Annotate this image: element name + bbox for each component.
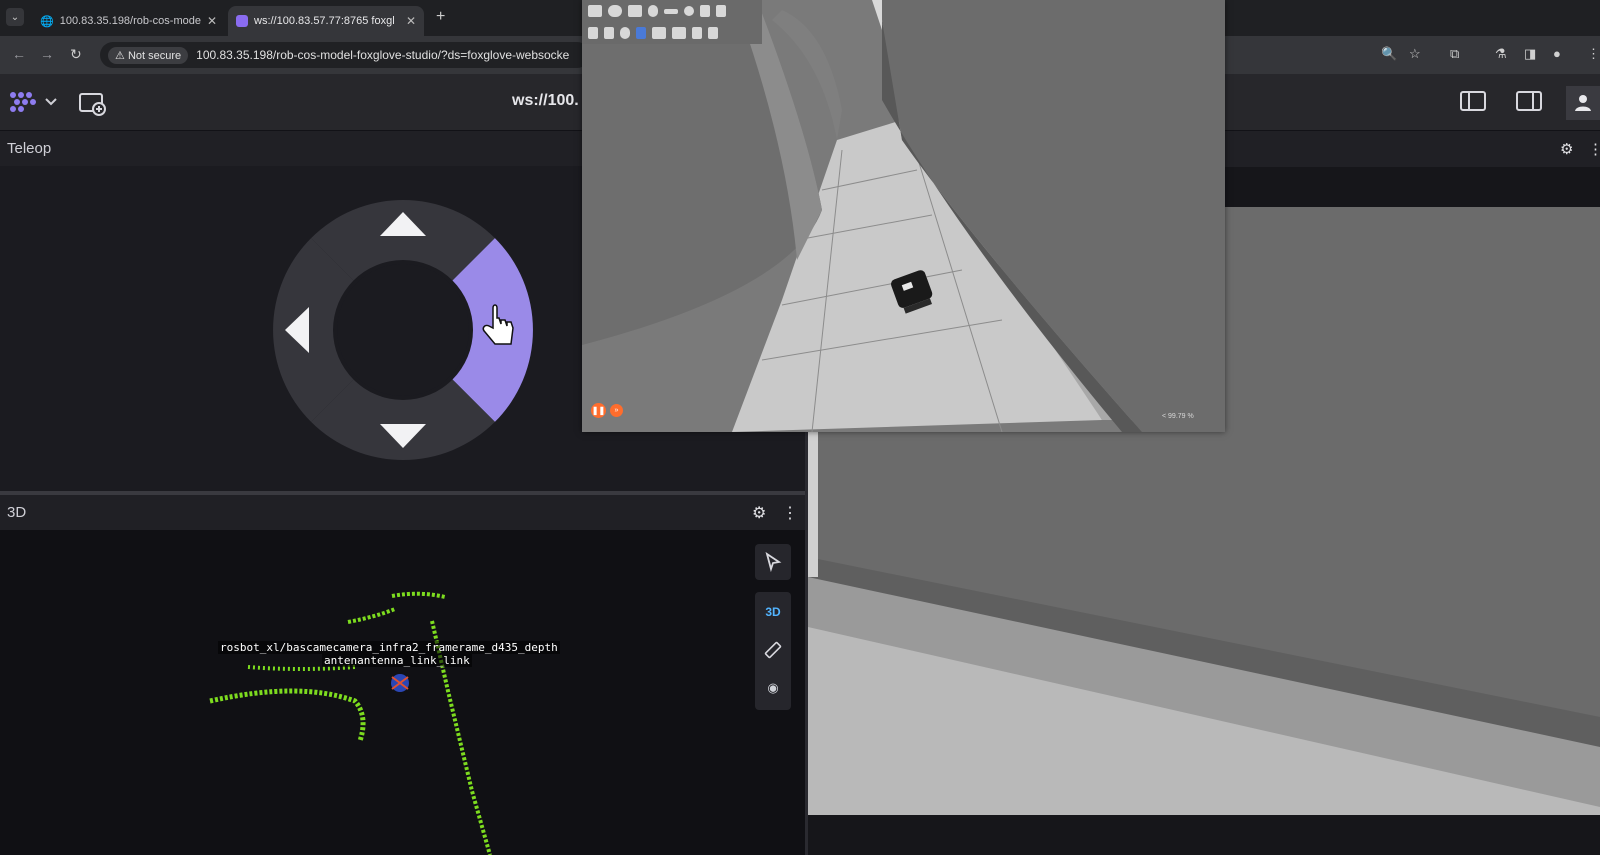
grid-icon[interactable] (652, 27, 666, 39)
3d-viewport[interactable]: rosbot_xl/bascamecamera_infra2_framerame… (0, 531, 805, 855)
forward-arrow-icon[interactable]: → (40, 46, 54, 62)
gazebo-pause-button[interactable]: ❚❚ (591, 403, 606, 418)
gazebo-toolbar-top (582, 0, 762, 22)
panel-menu-icon[interactable]: ⋮ (782, 503, 798, 523)
back-arrow-icon[interactable]: ← (12, 46, 26, 62)
tab-list-dropdown-button[interactable]: ⌄ (6, 8, 24, 26)
ruler-icon (764, 641, 782, 659)
right-sidebar-toggle-button[interactable] (1516, 90, 1542, 117)
right-sidebar-icon (1516, 91, 1542, 111)
select-mode-icon[interactable] (588, 27, 598, 39)
left-sidebar-icon (1460, 91, 1486, 111)
translate-mode-icon[interactable] (604, 27, 614, 39)
3d-mode-toggle[interactable]: 3D (755, 594, 791, 630)
lidar-scan-arc (209, 688, 366, 742)
gazebo-simulator-window[interactable]: ❚❚ » < 99.79 % (582, 0, 1225, 432)
lidar-scan-arc (247, 665, 356, 671)
cylinder-shape-icon[interactable] (628, 5, 642, 17)
3d-mode-label: 3D (765, 605, 781, 619)
reload-icon[interactable]: ↻ (70, 46, 82, 63)
publish-point-button[interactable]: ◉ (755, 670, 791, 706)
pause-icon: ❚❚ (591, 406, 606, 415)
tf-frame-label: antenantenna_link_link (322, 654, 472, 667)
step-icon: » (614, 407, 619, 414)
close-tab-icon[interactable]: ✕ (207, 14, 217, 28)
labs-flask-icon[interactable]: ⚗ (1495, 46, 1507, 62)
add-panel-button[interactable] (78, 92, 106, 121)
box-shape-icon[interactable] (588, 5, 602, 17)
image-panel-settings-icon[interactable]: ⚙ (1560, 140, 1573, 158)
app-logo-menu-button[interactable] (8, 88, 60, 116)
spot-light-icon[interactable] (716, 5, 726, 17)
gazebo-scene (582, 0, 1225, 432)
url-text: 100.83.35.198/rob-cos-model-foxglove-stu… (196, 48, 570, 62)
snap-icon[interactable] (636, 27, 646, 39)
warning-icon: ⚠ (115, 49, 125, 62)
browser-menu-icon[interactable]: ⋮ (1587, 46, 1600, 62)
security-label: Not secure (127, 49, 182, 62)
real-time-factor-label: < 99.79 % (1162, 413, 1194, 420)
teleop-joystick (273, 200, 533, 460)
lidar-scan-arc (391, 591, 446, 599)
image-panel-footer (808, 815, 1600, 855)
security-chip[interactable]: ⚠ Not secure (108, 46, 189, 64)
new-tab-button[interactable]: + (436, 8, 445, 26)
bookmark-star-icon[interactable]: ☆ (1409, 46, 1421, 62)
image-panel-menu-icon[interactable]: ⋮ (1588, 140, 1600, 158)
zoom-icon[interactable]: 🔍 (1381, 46, 1397, 62)
sphere-shape-icon[interactable] (608, 5, 622, 17)
extensions-icon[interactable]: ⧉ (1450, 46, 1459, 62)
panel-settings-icon[interactable]: ⚙ (752, 503, 766, 523)
foxglove-logo-icon (10, 92, 57, 112)
paste-icon[interactable] (708, 27, 718, 39)
teleop-panel-title: Teleop (7, 140, 52, 157)
screenshot-icon[interactable] (672, 27, 686, 39)
ellipsoid-shape-icon[interactable] (664, 8, 678, 14)
rotate-mode-icon[interactable] (620, 27, 630, 39)
add-panel-icon (79, 93, 106, 116)
screen: ⌄ 🌐 100.83.35.198/rob-cos-mode ✕ ws://10… (0, 0, 1600, 855)
pointer-icon (765, 552, 782, 572)
measure-tool-button[interactable] (755, 632, 791, 668)
directional-light-icon[interactable] (700, 5, 710, 17)
browser-tab-2-label: ws://100.83.57.77:8765 foxgl (254, 15, 395, 27)
select-tool-button[interactable] (755, 544, 791, 580)
3d-panel-header: 3D (0, 495, 805, 531)
browser-tab-1[interactable]: 🌐 100.83.35.198/rob-cos-mode ✕ (32, 6, 222, 36)
foxglove-tab-icon (236, 15, 248, 27)
3d-panel-title: 3D (7, 504, 27, 521)
copy-icon[interactable] (692, 27, 702, 39)
gazebo-step-button[interactable]: » (610, 404, 623, 417)
profile-icon[interactable]: ● (1553, 46, 1561, 61)
tf-frame-label: rosbot_xl/bascamecamera_infra2_framerame… (218, 641, 560, 654)
left-sidebar-toggle-button[interactable] (1460, 90, 1486, 117)
gazebo-toolbar-bottom (582, 22, 762, 44)
close-tab-icon[interactable]: ✕ (406, 14, 416, 28)
lidar-scan-arc (347, 607, 396, 624)
browser-tab-1-label: 100.83.35.198/rob-cos-mode (59, 15, 201, 27)
teleop-center (337, 264, 469, 396)
user-account-button[interactable] (1566, 86, 1600, 120)
capsule-shape-icon[interactable] (648, 5, 658, 17)
connection-label: ws://100. (512, 92, 579, 109)
point-light-icon[interactable] (684, 6, 694, 16)
point-cloud (209, 591, 492, 855)
browser-tab-2[interactable]: ws://100.83.57.77:8765 foxgl ✕ (228, 6, 424, 36)
side-panel-icon[interactable]: ◨ (1524, 46, 1536, 62)
globe-icon: 🌐 (40, 15, 54, 28)
user-icon (1575, 95, 1591, 111)
url-input[interactable]: ⚠ Not secure 100.83.35.198/rob-cos-model… (100, 42, 590, 68)
target-icon: ◉ (767, 680, 779, 695)
